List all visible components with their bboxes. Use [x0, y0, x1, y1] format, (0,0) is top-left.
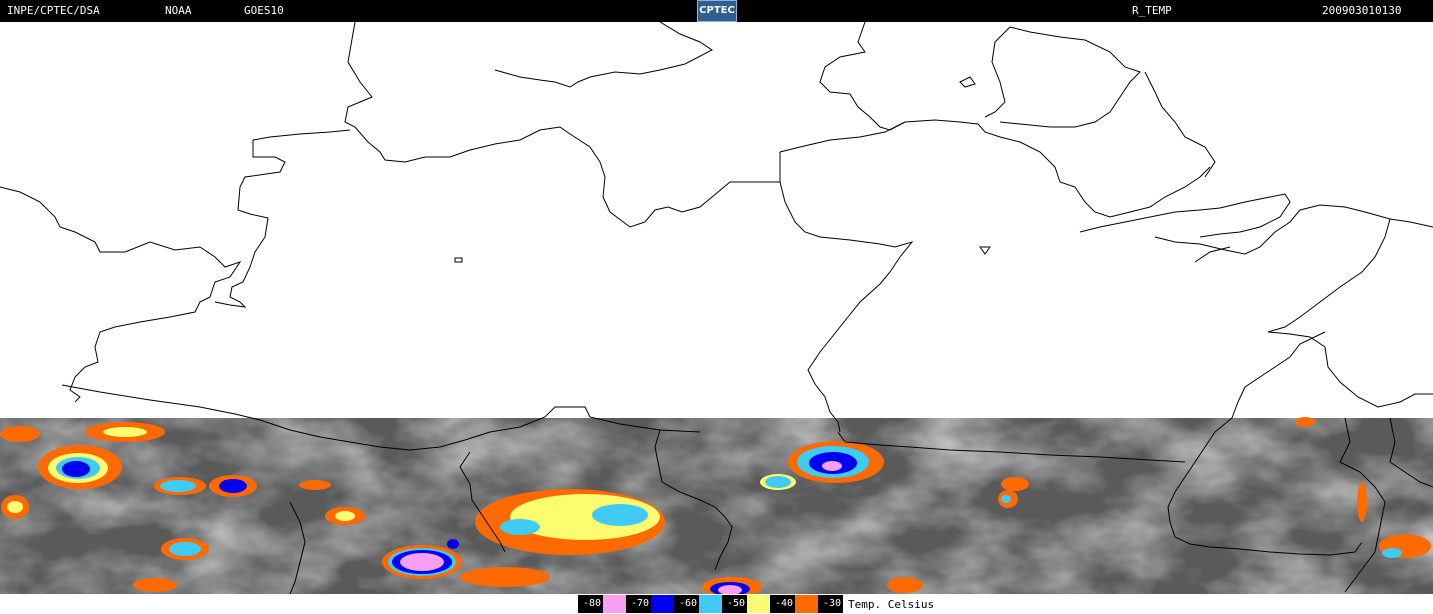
product-label: R_TEMP: [1132, 4, 1172, 17]
legend-swatch: [747, 595, 770, 613]
legend-item: -70: [626, 595, 674, 613]
legend-item: -80: [578, 595, 626, 613]
datetime-label: 200903010130: [1322, 4, 1402, 17]
legend-unit: Temp. Celsius: [848, 597, 935, 611]
cloud-texture: [0, 418, 1433, 594]
legend-value: -60: [674, 595, 699, 613]
legend-value: -50: [722, 595, 747, 613]
cptec-logo: CPTEC: [697, 0, 737, 22]
no-data-area: [0, 22, 1433, 418]
legend-value: -30: [818, 595, 843, 613]
legend-item: -50: [722, 595, 770, 613]
agency-label: NOAA: [165, 4, 192, 17]
temperature-legend: -80 -70 -60 -50 -40 -30 Temp. Celsius: [578, 594, 935, 614]
header-bar: INPE/CPTEC/DSA NOAA GOES10 CPTEC R_TEMP …: [0, 0, 1433, 22]
legend-swatch: [603, 595, 626, 613]
legend-item: -60: [674, 595, 722, 613]
legend-value: -70: [626, 595, 651, 613]
legend-value: -40: [770, 595, 795, 613]
legend-item: -30: [818, 595, 843, 613]
satellite-label: GOES10: [244, 4, 284, 17]
legend-swatch: [651, 595, 674, 613]
legend-swatch: [795, 595, 818, 613]
satellite-map: [0, 22, 1433, 594]
legend-swatch: [699, 595, 722, 613]
legend-item: -40: [770, 595, 818, 613]
legend-value: -80: [578, 595, 603, 613]
source-label: INPE/CPTEC/DSA: [7, 4, 100, 17]
